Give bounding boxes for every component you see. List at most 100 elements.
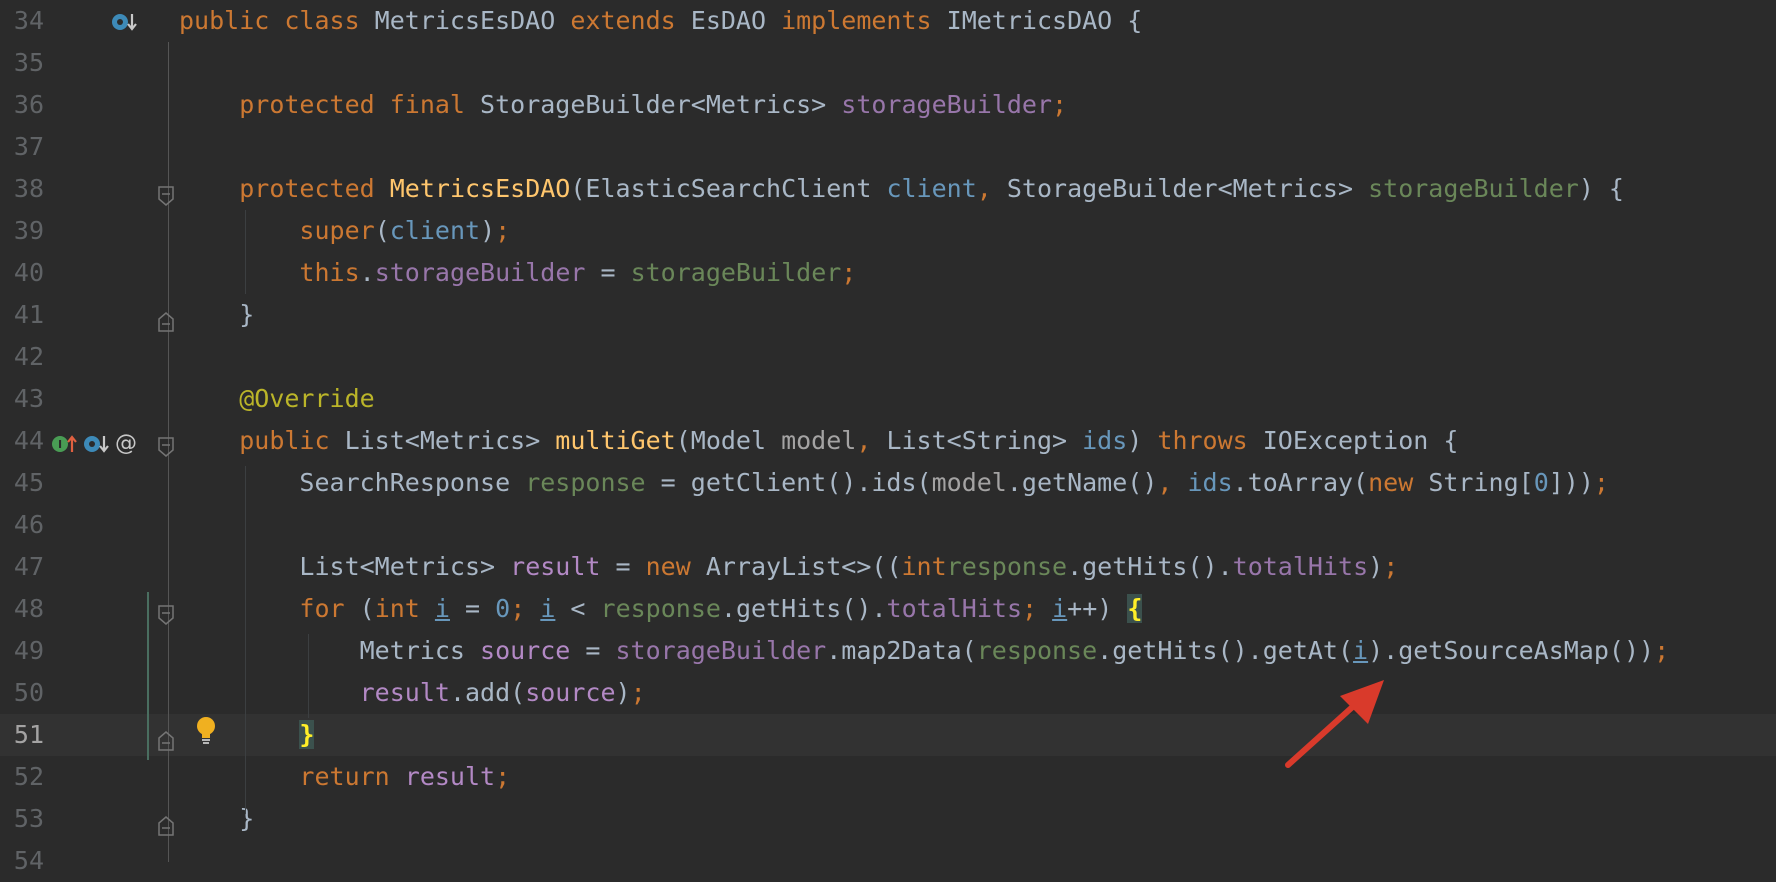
code-token: , (976, 174, 1007, 203)
code-token: . (359, 258, 375, 287)
code-line[interactable]: 51 } (0, 714, 1776, 756)
code-line[interactable]: 39 super(client); (0, 210, 1776, 252)
code-line[interactable]: 53 } (0, 798, 1776, 840)
code-token: multiGet (555, 426, 676, 455)
code-line[interactable]: 47 List<Metrics> result = new ArrayList<… (0, 546, 1776, 588)
code-line[interactable]: 44 public List<Metrics> multiGet(Model m… (0, 420, 1776, 462)
code-line[interactable]: 43 @Override (0, 378, 1776, 420)
line-number[interactable]: 37 (0, 126, 44, 168)
line-number[interactable]: 48 (0, 588, 44, 630)
line-number[interactable]: 51 (0, 714, 44, 756)
line-number[interactable]: 52 (0, 756, 44, 798)
line-number[interactable]: 44 (0, 420, 44, 462)
code-text[interactable]: this.storageBuilder = storageBuilder; (179, 252, 856, 294)
code-line[interactable]: 37 (0, 126, 1776, 168)
code-line[interactable]: 42 (0, 336, 1776, 378)
red-arrow-annotation (1285, 680, 1384, 768)
code-line[interactable]: 38 protected MetricsEsDAO(ElasticSearchC… (0, 168, 1776, 210)
code-line[interactable]: 41 } (0, 294, 1776, 336)
code-token: storageBuilder (1368, 174, 1579, 203)
line-number[interactable]: 50 (0, 672, 44, 714)
fold-end-icon[interactable] (158, 312, 174, 332)
code-token: 0 (1533, 468, 1549, 497)
code-token: .toArray( (1232, 468, 1369, 497)
code-text[interactable]: super(client); (179, 210, 510, 252)
code-text[interactable]: for (int i = 0; i < response.getHits().t… (179, 588, 1143, 630)
vcs-change-marker[interactable] (147, 592, 149, 760)
code-line[interactable]: 46 (0, 504, 1776, 546)
code-token: Metrics (179, 636, 481, 665)
code-token: ).getSourceAsMap()) (1368, 636, 1655, 665)
overrides-icon[interactable] (82, 432, 110, 456)
code-text[interactable]: result.add(source); (179, 672, 646, 714)
implements-up-icon[interactable]: I (50, 432, 78, 456)
fold-start-icon[interactable] (158, 437, 174, 457)
code-text[interactable]: List<Metrics> result = new ArrayList<>((… (179, 546, 1398, 588)
code-token: .map2Data( (826, 636, 977, 665)
code-text[interactable]: } (179, 798, 254, 840)
line-number[interactable]: 40 (0, 252, 44, 294)
line-number[interactable]: 47 (0, 546, 44, 588)
code-token: List<Metrics> (179, 552, 511, 581)
code-token: SearchResponse (179, 468, 526, 497)
line-number[interactable]: 53 (0, 798, 44, 840)
overrides-icon[interactable] (110, 10, 138, 34)
line-number[interactable]: 38 (0, 168, 44, 210)
fold-end-icon[interactable] (158, 731, 174, 751)
code-token: String[ (1428, 468, 1534, 497)
code-editor[interactable]: 34 public class MetricsEsDAO extends EsDA… (0, 0, 1776, 875)
code-line[interactable]: 36 protected final StorageBuilder<Metric… (0, 84, 1776, 126)
code-text[interactable]: public class MetricsEsDAO extends EsDAO … (179, 0, 1142, 42)
code-token: int (374, 594, 435, 623)
code-token: (ElasticSearchClient (570, 174, 887, 203)
fold-start-icon[interactable] (158, 186, 174, 206)
line-number[interactable]: 35 (0, 42, 44, 84)
code-line[interactable]: 52 return result; (0, 756, 1776, 798)
line-number[interactable]: 42 (0, 336, 44, 378)
code-token: for (299, 594, 360, 623)
fold-end-icon[interactable] (158, 816, 174, 836)
code-line[interactable]: 35 (0, 42, 1776, 84)
code-text[interactable]: Metrics source = storageBuilder.map2Data… (179, 630, 1670, 672)
code-token: int (901, 552, 947, 581)
line-number[interactable]: 49 (0, 630, 44, 672)
code-token: ; (1052, 90, 1068, 119)
code-line[interactable]: 48 for (int i = 0; i < response.getHits(… (0, 588, 1776, 630)
code-token: ; (841, 258, 857, 287)
annotation-icon[interactable]: @ (114, 430, 138, 456)
code-text[interactable]: @Override (179, 378, 374, 420)
code-text[interactable]: SearchResponse response = getClient().id… (179, 462, 1609, 504)
code-line[interactable]: 49 Metrics source = storageBuilder.map2D… (0, 630, 1776, 672)
code-token: = (570, 636, 616, 665)
code-token: , (1157, 468, 1188, 497)
line-number[interactable]: 54 (0, 840, 44, 882)
line-number[interactable]: 41 (0, 294, 44, 336)
code-token: StorageBuilder<Metrics> (480, 90, 842, 119)
code-line[interactable]: 50 result.add(source); (0, 672, 1776, 714)
code-token: = (600, 552, 646, 581)
code-text[interactable]: protected MetricsEsDAO(ElasticSearchClie… (179, 168, 1624, 210)
indent-guide (245, 466, 246, 814)
line-number[interactable]: 36 (0, 84, 44, 126)
code-text[interactable]: return result; (179, 756, 510, 798)
code-line[interactable]: 54 (0, 840, 1776, 882)
code-token: new (645, 552, 706, 581)
intention-bulb-icon[interactable] (195, 716, 217, 746)
line-number[interactable]: 34 (0, 0, 44, 42)
code-token: ids (1187, 468, 1233, 497)
fold-start-icon[interactable] (158, 605, 174, 625)
code-token: return (299, 762, 405, 791)
code-line[interactable]: 34 public class MetricsEsDAO extends EsDA… (0, 0, 1776, 42)
code-line[interactable]: 45 SearchResponse response = getClient()… (0, 462, 1776, 504)
line-number[interactable]: 39 (0, 210, 44, 252)
code-text[interactable]: protected final StorageBuilder<Metrics> … (179, 84, 1067, 126)
code-text[interactable]: public List<Metrics> multiGet(Model mode… (179, 420, 1458, 462)
code-line[interactable]: 40 this.storageBuilder = storageBuilder; (0, 252, 1776, 294)
line-number[interactable]: 46 (0, 504, 44, 546)
line-number[interactable]: 45 (0, 462, 44, 504)
code-text[interactable]: } (179, 294, 254, 336)
line-number[interactable]: 43 (0, 378, 44, 420)
